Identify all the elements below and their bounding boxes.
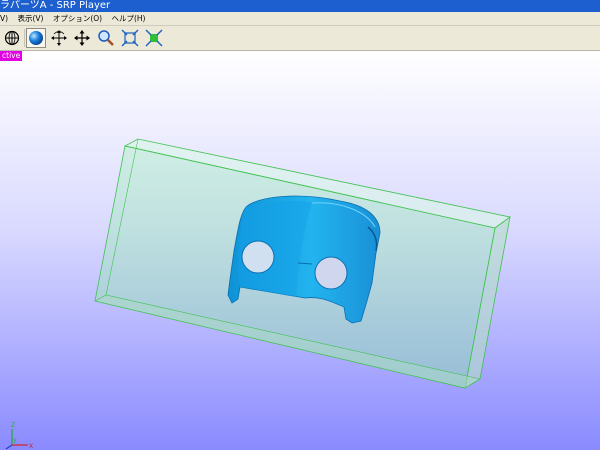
- sphere-icon: [29, 31, 43, 45]
- window-titlebar: ラパーツA - SRP Player: [0, 0, 600, 12]
- menu-item-options[interactable]: オプション(O): [53, 12, 102, 26]
- fit-selection-button[interactable]: [144, 28, 164, 48]
- menu-item-view-partial[interactable]: V): [0, 12, 8, 26]
- menu-item-help[interactable]: ヘルプ(H): [111, 12, 145, 26]
- zoom-icon: [98, 30, 114, 46]
- fit-button[interactable]: [120, 28, 140, 48]
- toolbar-separator: [24, 29, 25, 47]
- pan-icon: [74, 30, 90, 46]
- rotate-icon: [51, 30, 67, 46]
- fit-icon: [121, 29, 139, 47]
- globe-button[interactable]: [2, 28, 22, 48]
- fit-green-icon: [145, 29, 163, 47]
- axis-label-y: Y: [12, 438, 17, 445]
- 3d-viewport[interactable]: ctive Z Y X: [0, 51, 600, 450]
- globe-icon: [4, 30, 20, 46]
- shaded-mode-button[interactable]: [26, 28, 46, 48]
- window-title: ラパーツA - SRP Player: [0, 0, 111, 11]
- pan-button[interactable]: [72, 28, 92, 48]
- menu-bar: V) 表示(V) オプション(O) ヘルプ(H): [0, 12, 600, 26]
- scene-canvas: [94, 138, 511, 389]
- toolbar: [0, 26, 600, 51]
- menu-item-view[interactable]: 表示(V): [17, 12, 43, 26]
- axis-label-x: X: [29, 443, 33, 450]
- axis-label-z: Z: [11, 422, 15, 429]
- rotate-button[interactable]: [49, 28, 69, 48]
- axis-triad: Z Y X: [5, 422, 33, 450]
- zoom-button[interactable]: [96, 28, 116, 48]
